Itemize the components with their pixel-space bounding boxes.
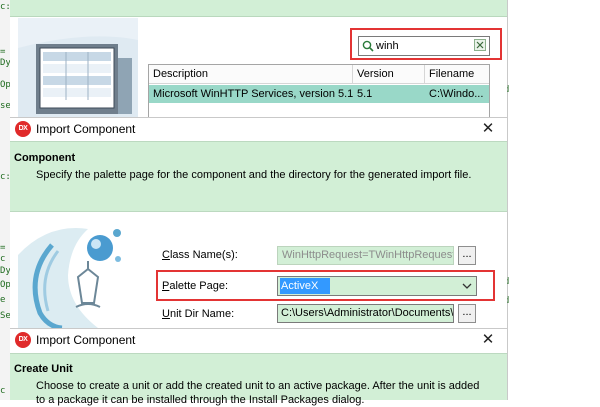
- unit-dir-label-accesskey: U: [162, 308, 170, 320]
- unit-dir-browse-button[interactable]: ...: [458, 304, 476, 323]
- code-fragment: =: [0, 243, 6, 253]
- unit-dir-label-text: nit Dir Name:: [169, 308, 235, 320]
- unit-dir-label: Unit Dir Name:: [162, 308, 234, 320]
- code-fragment: c:: [0, 172, 10, 182]
- background-right-window: [507, 0, 600, 400]
- palette-page-label: Palette Page:: [162, 280, 228, 292]
- search-icon: [362, 40, 374, 52]
- class-name-label: Class Name(s):: [162, 249, 238, 261]
- column-header-version[interactable]: Version: [353, 65, 425, 84]
- column-header-filename[interactable]: Filename: [425, 65, 489, 84]
- code-fragment: se: [0, 101, 10, 111]
- code-fragment: e: [0, 295, 6, 305]
- search-input-value[interactable]: winh: [376, 38, 399, 54]
- palette-page-value[interactable]: ActiveX: [280, 278, 330, 294]
- code-fragment: Dy: [0, 266, 10, 276]
- close-icon[interactable]: ✕: [481, 332, 495, 347]
- app-icon: DX: [15, 121, 31, 137]
- header-title: Component: [14, 152, 76, 164]
- code-fragment: =: [0, 47, 6, 57]
- header-description-line-1: Choose to create a unit or add the creat…: [36, 380, 480, 392]
- code-fragment: c: [0, 254, 6, 264]
- class-name-label-accesskey: C: [162, 249, 170, 261]
- dialog1-header-band: [10, 0, 507, 17]
- clear-icon[interactable]: [474, 39, 486, 51]
- dialog-title: Import Component: [36, 122, 136, 136]
- component-library-illustration: [18, 18, 138, 118]
- class-name-browse-button[interactable]: ...: [458, 246, 476, 265]
- cell-version: 5.1: [357, 88, 373, 100]
- cell-filename: C:\Windo...: [429, 88, 484, 100]
- palette-page-label-text: alette Page:: [169, 280, 229, 292]
- class-name-label-text: lass Name(s):: [169, 249, 238, 261]
- code-fragment: Op: [0, 80, 10, 90]
- header-description-line-2: to a package it can be installed through…: [36, 394, 365, 406]
- code-fragment: c: [0, 386, 6, 396]
- unit-dir-field[interactable]: C:\Users\Administrator\Documents\Em: [277, 304, 454, 323]
- column-header-description[interactable]: Description: [149, 65, 353, 84]
- code-fragment: Dy: [0, 58, 10, 68]
- app-icon: DX: [15, 332, 31, 348]
- code-fragment: c:: [0, 2, 10, 12]
- dialog-title: Import Component: [36, 333, 136, 347]
- close-icon[interactable]: ✕: [481, 121, 495, 136]
- window-edge: [507, 0, 508, 400]
- cell-description: Microsoft WinHTTP Services, version 5.1: [153, 88, 353, 100]
- code-fragment: Op: [0, 280, 10, 290]
- header-description: Specify the palette page for the compone…: [36, 169, 472, 181]
- code-fragment: Se: [0, 311, 10, 321]
- class-name-field: WinHttpRequest=TWinHttpRequest: [277, 246, 454, 265]
- component-wizard-illustration: [18, 215, 138, 328]
- chevron-down-icon[interactable]: [460, 279, 474, 293]
- header-title: Create Unit: [14, 363, 73, 375]
